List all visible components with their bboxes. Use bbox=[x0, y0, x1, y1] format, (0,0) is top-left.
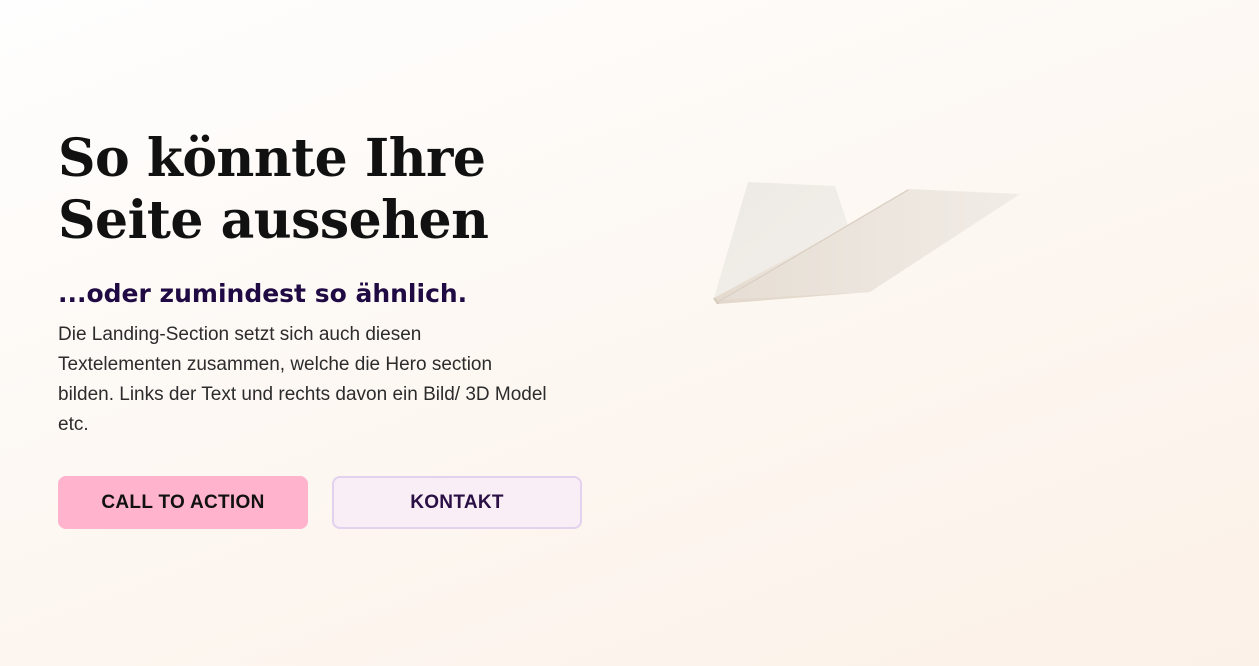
call-to-action-button[interactable]: CALL TO ACTION bbox=[58, 476, 308, 529]
paper-plane-icon bbox=[713, 182, 1020, 305]
hero-headline-line-2: Seite aussehen bbox=[58, 190, 489, 251]
hero-headline: So könnte Ihre Seite aussehen bbox=[58, 128, 598, 252]
hero-section: So könnte Ihre Seite aussehen ...oder zu… bbox=[0, 0, 1259, 666]
hero-subheadline: ...oder zumindest so ähnlich. bbox=[58, 279, 468, 308]
hero-headline-line-1: So könnte Ihre bbox=[58, 128, 486, 189]
hero-text-block: So könnte Ihre Seite aussehen ...oder zu… bbox=[58, 128, 598, 440]
hero-description: Die Landing-Section setzt sich auch dies… bbox=[58, 324, 547, 435]
hero-button-group: CALL TO ACTION KONTAKT bbox=[58, 476, 582, 529]
contact-button[interactable]: KONTAKT bbox=[332, 476, 582, 529]
